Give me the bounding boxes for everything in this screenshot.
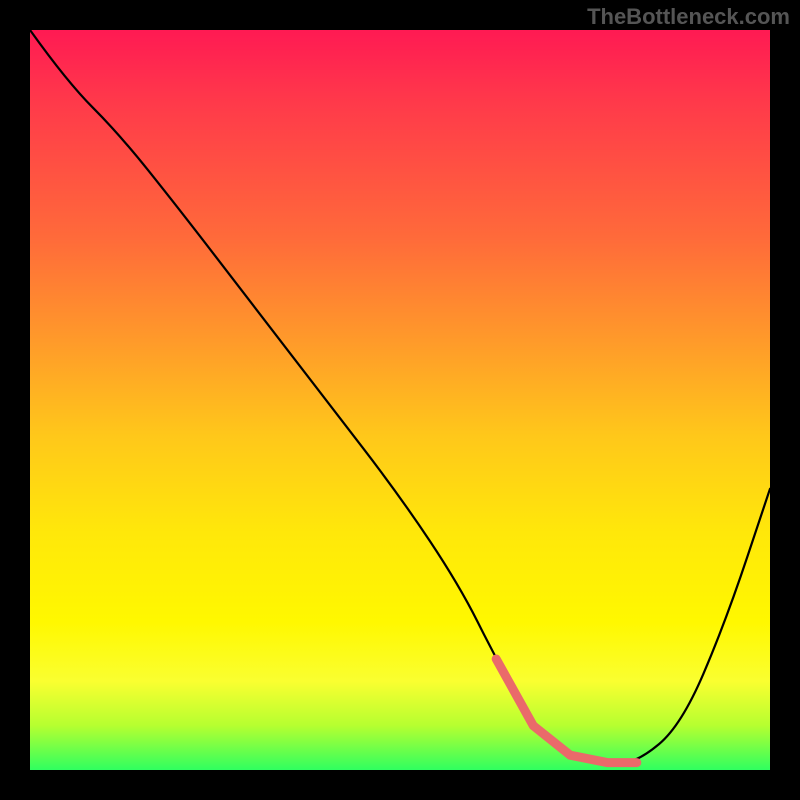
- watermark-text: TheBottleneck.com: [587, 4, 790, 30]
- chart-svg: [30, 30, 770, 770]
- bottleneck-curve: [30, 30, 770, 763]
- optimal-range-segment: [496, 659, 637, 763]
- plot-area: [30, 30, 770, 770]
- chart-container: TheBottleneck.com: [0, 0, 800, 800]
